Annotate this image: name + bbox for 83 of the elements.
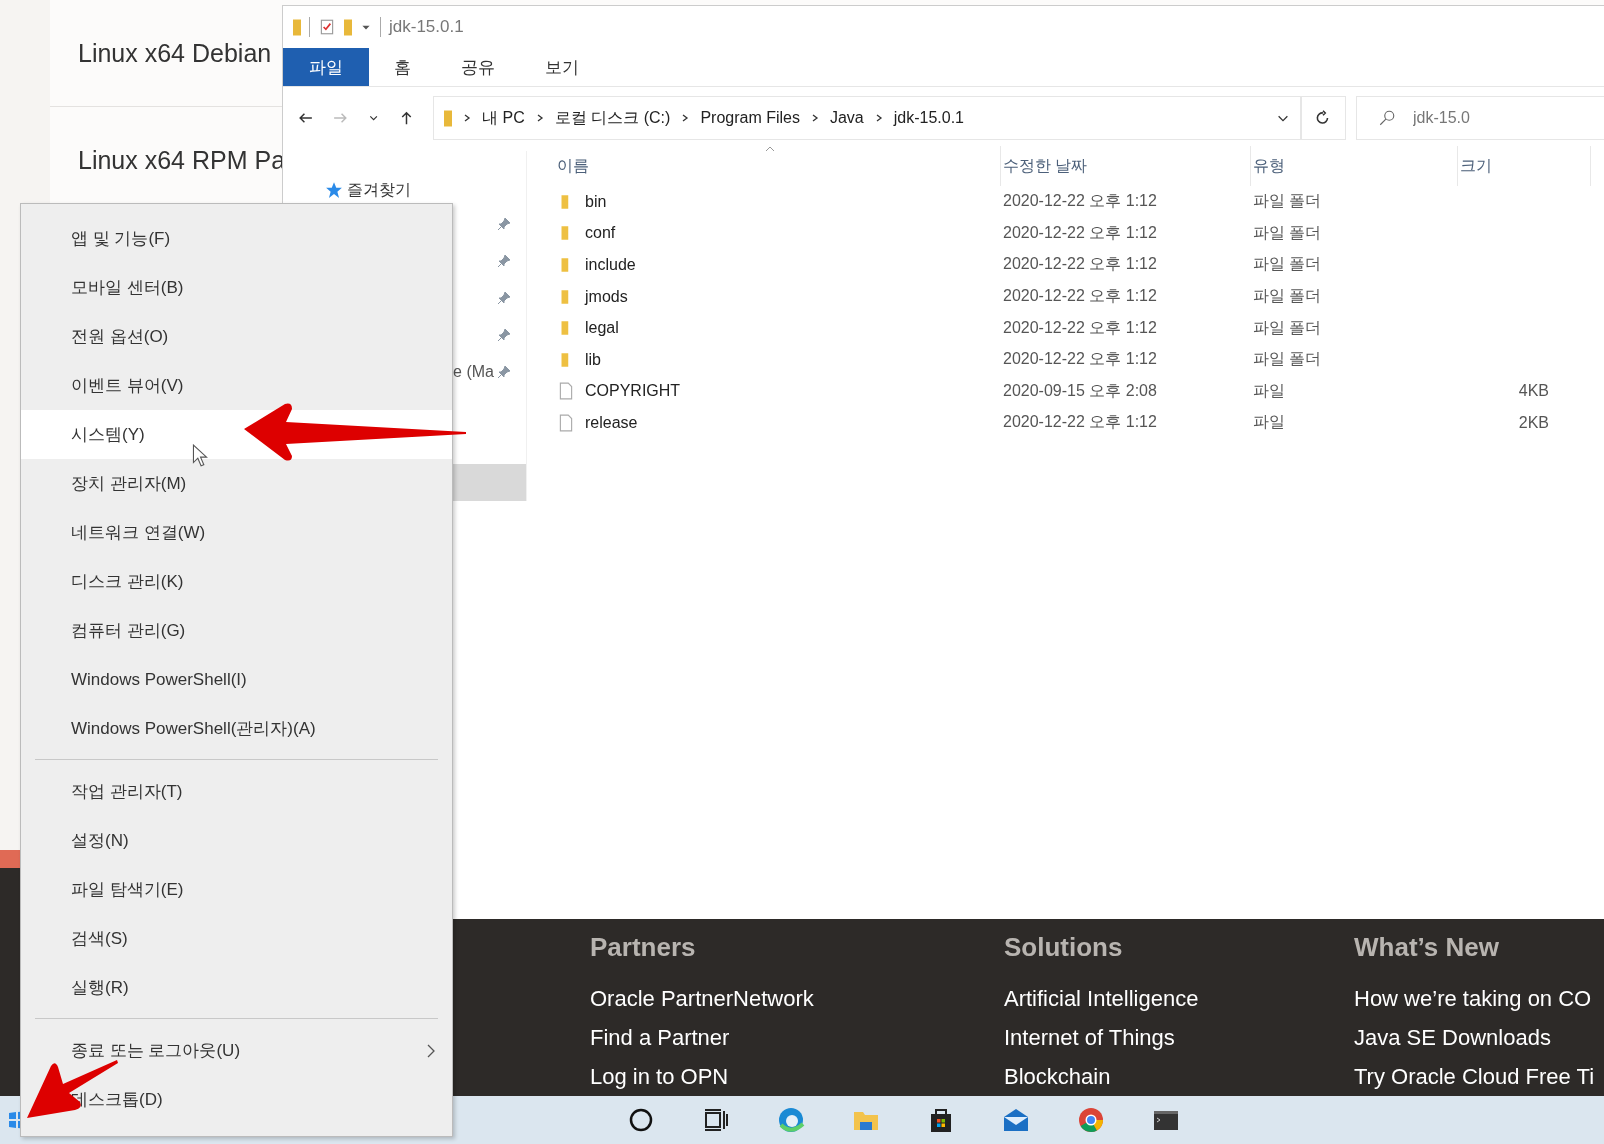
file-name[interactable]: legal bbox=[585, 319, 619, 338]
modified-date: 2020-12-22 오후 1:12 bbox=[1003, 412, 1157, 433]
address-bar[interactable]: 내 PC 로컬 디스크 (C:) Program Files Java jdk-15.0.1 bbox=[433, 96, 1301, 140]
menu-item[interactable]: 이벤트 뷰어(V) bbox=[21, 361, 452, 410]
accent-band bbox=[0, 850, 20, 869]
menu-item[interactable]: 네트워크 연결(W) bbox=[21, 508, 452, 557]
menu-item[interactable]: 실행(R) bbox=[21, 963, 452, 1012]
search-field[interactable]: jdk-15.0 bbox=[1356, 96, 1604, 140]
menu-item[interactable]: 전원 옵션(O) bbox=[21, 312, 452, 361]
file-name[interactable]: bin bbox=[585, 192, 607, 211]
file-type: 파일 bbox=[1253, 380, 1285, 401]
footer-link[interactable]: Blockchain bbox=[1004, 1057, 1354, 1097]
file-type: 파일 bbox=[1253, 412, 1285, 433]
column-header[interactable]: 유형 bbox=[1253, 155, 1285, 177]
menu-item[interactable]: 앱 및 기능(F) bbox=[21, 214, 452, 263]
menu-item[interactable]: 작업 관리자(T) bbox=[21, 767, 452, 816]
footer-link[interactable]: Oracle PartnerNetwork bbox=[590, 979, 1004, 1019]
column-header[interactable]: 이름 bbox=[557, 155, 589, 177]
file-name[interactable]: release bbox=[585, 413, 638, 432]
modified-date: 2020-12-22 오후 1:12 bbox=[1003, 349, 1157, 370]
file-name[interactable]: COPYRIGHT bbox=[585, 382, 681, 401]
file-type: 파일 폴더 bbox=[1253, 254, 1322, 275]
ribbon-tab[interactable]: 보기 bbox=[520, 48, 604, 86]
ribbon-tab[interactable]: 홈 bbox=[369, 48, 436, 86]
footer-link[interactable]: Artificial Intelligence bbox=[1004, 979, 1354, 1019]
file-type: 파일 폴더 bbox=[1253, 317, 1322, 338]
column-header[interactable]: 수정한 날짜 bbox=[1003, 155, 1088, 177]
footer-link[interactable]: Find a Partner bbox=[590, 1018, 1004, 1058]
footer-link[interactable]: How we’re taking on CO bbox=[1354, 979, 1604, 1019]
modified-date: 2020-12-22 오후 1:12 bbox=[1003, 191, 1157, 212]
breadcrumb[interactable]: 내 PC bbox=[482, 107, 525, 129]
checklist-icon[interactable] bbox=[318, 18, 336, 36]
footer-link[interactable]: Internet of Things bbox=[1004, 1018, 1354, 1058]
menu-item[interactable]: 설정(N) bbox=[21, 816, 452, 865]
file-name[interactable]: include bbox=[585, 256, 636, 274]
file-type: 파일 폴더 bbox=[1253, 222, 1322, 243]
search-icon bbox=[1378, 109, 1396, 127]
column-header[interactable]: 크기 bbox=[1460, 155, 1492, 177]
footer-link[interactable]: Try Oracle Cloud Free Ti bbox=[1354, 1057, 1604, 1097]
menu-item[interactable]: 종료 또는 로그아웃(U) bbox=[21, 1026, 452, 1075]
ribbon-tab[interactable]: 공유 bbox=[436, 48, 520, 86]
footer-heading: Solutions bbox=[1004, 932, 1124, 964]
file-icon bbox=[557, 382, 575, 401]
sort-caret-icon bbox=[765, 146, 775, 152]
footer-link[interactable]: Log in to OPN bbox=[590, 1057, 1004, 1097]
star-icon bbox=[325, 181, 343, 199]
menu-item[interactable]: 모바일 센터(B) bbox=[21, 263, 452, 312]
modified-date: 2020-12-22 오후 1:12 bbox=[1003, 286, 1157, 307]
breadcrumb[interactable]: Program Files bbox=[700, 109, 800, 127]
modified-date: 2020-12-22 오후 1:12 bbox=[1003, 317, 1157, 338]
file-name[interactable]: lib bbox=[585, 350, 601, 369]
file-type: 파일 폴더 bbox=[1253, 191, 1322, 212]
file-size: 4KB bbox=[1518, 382, 1549, 401]
mouse-pointer-icon bbox=[192, 444, 208, 468]
menu-item[interactable]: 파일 탐색기(E) bbox=[21, 865, 452, 914]
menu-item[interactable]: 디스크 관리(K) bbox=[21, 557, 452, 606]
modified-date: 2020-12-22 오후 1:12 bbox=[1003, 222, 1157, 243]
footer-heading: Partners bbox=[590, 932, 697, 964]
file-icon bbox=[557, 413, 575, 432]
breadcrumb[interactable]: jdk-15.0.1 bbox=[893, 109, 964, 127]
ribbon-tab[interactable]: 파일 bbox=[283, 48, 369, 86]
window-title: jdk-15.0.1 bbox=[389, 17, 464, 37]
modified-date: 2020-12-22 오후 1:12 bbox=[1003, 254, 1157, 275]
download-title: Linux x64 Debian bbox=[78, 38, 272, 68]
folder-icon bbox=[444, 109, 453, 127]
breadcrumb[interactable]: 로컬 디스크 (C:) bbox=[554, 107, 671, 129]
modified-date: 2020-09-15 오후 2:08 bbox=[1003, 380, 1157, 401]
menu-item[interactable]: 검색(S) bbox=[21, 914, 452, 963]
file-type: 파일 폴더 bbox=[1253, 349, 1322, 370]
nav-item[interactable]: e (Ma bbox=[453, 362, 494, 381]
file-size: 2KB bbox=[1518, 413, 1549, 432]
menu-item[interactable]: Windows PowerShell(관리자)(A) bbox=[21, 704, 452, 753]
file-name[interactable]: conf bbox=[585, 224, 616, 243]
footer-heading: What’s New bbox=[1354, 932, 1500, 964]
menu-item[interactable]: 컴퓨터 관리(G) bbox=[21, 606, 452, 655]
refresh-button[interactable] bbox=[1300, 96, 1346, 140]
menu-item[interactable]: Windows PowerShell(I) bbox=[21, 655, 452, 704]
file-name[interactable]: jmods bbox=[585, 287, 628, 306]
breadcrumb[interactable]: Java bbox=[829, 109, 864, 127]
file-type: 파일 폴더 bbox=[1253, 286, 1322, 307]
menu-item[interactable]: 장치 관리자(M) bbox=[21, 459, 452, 508]
nav-item[interactable]: 즐겨찾기 bbox=[347, 179, 411, 201]
footer-link[interactable]: Java SE Downloads bbox=[1354, 1018, 1604, 1058]
